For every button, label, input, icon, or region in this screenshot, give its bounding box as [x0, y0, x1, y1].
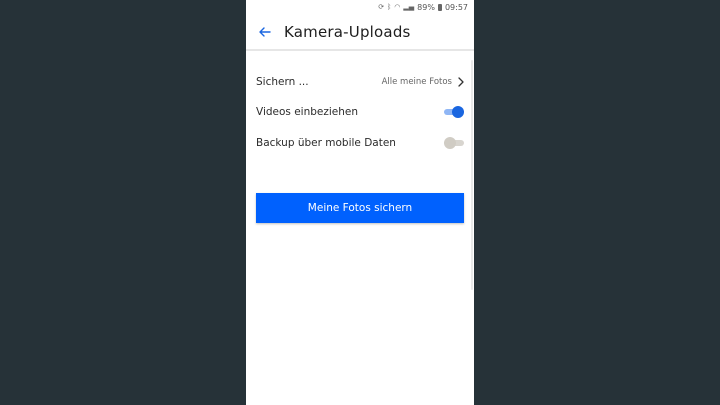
- backup-setting-label: Sichern ...: [256, 76, 309, 88]
- bluetooth-icon: ᛒ: [387, 2, 392, 11]
- mobile-data-setting-label: Backup über mobile Daten: [256, 137, 396, 149]
- arrow-left-icon: [259, 26, 271, 37]
- screen: ⟳ ᛒ ◠ ▂▄ 89% 09:57 Kamera-Uploads Sicher…: [0, 0, 720, 405]
- mobile-data-toggle-thumb: [444, 137, 456, 149]
- phone-screen: ⟳ ᛒ ◠ ▂▄ 89% 09:57 Kamera-Uploads Sicher…: [246, 0, 474, 405]
- wifi-icon: ◠: [394, 2, 401, 11]
- battery-percent: 89%: [417, 2, 435, 12]
- clock: 09:57: [444, 2, 468, 12]
- backup-setting-row[interactable]: Sichern ... Alle meine Fotos: [256, 70, 464, 94]
- sync-icon: ⟳: [378, 2, 385, 11]
- battery-icon: [437, 3, 442, 11]
- app-bar: Kamera-Uploads: [246, 14, 474, 51]
- backup-setting-value: Alle meine Fotos: [381, 77, 452, 87]
- videos-setting-row: Videos einbeziehen: [256, 100, 464, 124]
- backup-setting-value-group: Alle meine Fotos: [382, 77, 464, 87]
- page-title: Kamera-Uploads: [284, 22, 411, 41]
- mobile-data-setting-row: Backup über mobile Daten: [256, 131, 464, 155]
- status-bar: ⟳ ᛒ ◠ ▂▄ 89% 09:57: [246, 0, 474, 14]
- videos-toggle[interactable]: [444, 106, 464, 118]
- mobile-data-toggle[interactable]: [444, 137, 464, 149]
- back-button[interactable]: [256, 23, 274, 41]
- videos-setting-label: Videos einbeziehen: [256, 106, 359, 118]
- scrollbar[interactable]: [471, 60, 473, 290]
- videos-toggle-thumb: [452, 106, 464, 118]
- backup-photos-button[interactable]: Meine Fotos sichern: [256, 193, 464, 223]
- signal-icon: ▂▄: [403, 2, 415, 11]
- chevron-right-icon: [458, 77, 464, 87]
